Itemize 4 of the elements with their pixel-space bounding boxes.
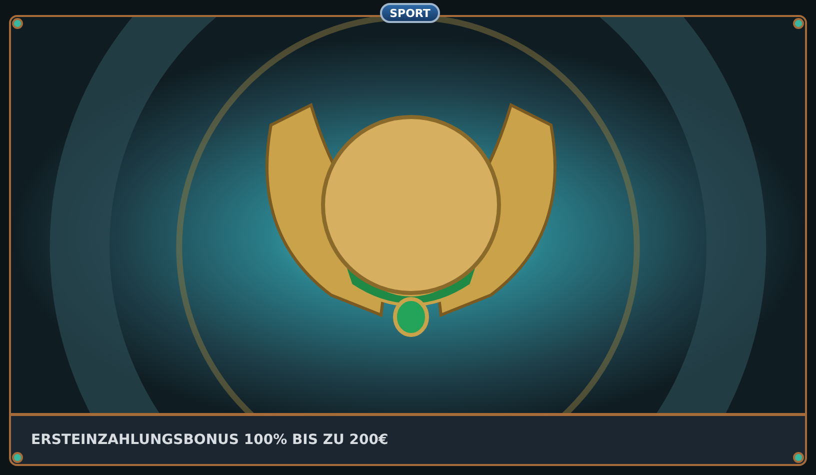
corner-gem-icon: [793, 452, 804, 463]
corner-gem-icon: [12, 452, 23, 463]
category-badge: SPORT: [380, 3, 440, 23]
bonus-caption: ERSTEINZAHLUNGSBONUS 100% BIS ZU 200€: [31, 432, 388, 448]
